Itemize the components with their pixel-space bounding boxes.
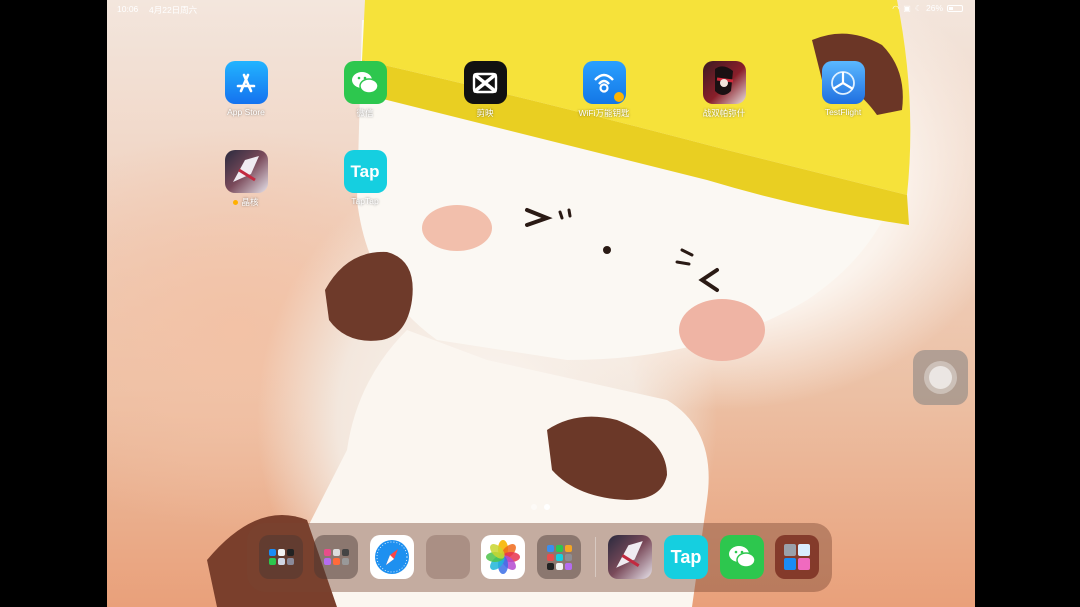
- lightning-badge-icon: [613, 92, 624, 102]
- taptap-glyph: Tap: [670, 546, 702, 567]
- orientation-lock-icon: ▣: [903, 3, 911, 13]
- moon-icon: ☾: [914, 3, 922, 13]
- folder-icon[interactable]: [537, 535, 581, 579]
- app-punishing-gray-raven[interactable]: 战双帕弥什: [684, 61, 764, 119]
- wechat-icon[interactable]: [720, 535, 764, 579]
- taptap-icon[interactable]: Tap: [664, 535, 708, 579]
- app-wifi-key[interactable]: WiFi万能钥匙: [564, 61, 644, 119]
- app-capcut[interactable]: 剪映: [445, 61, 525, 119]
- app-label: TestFlight: [824, 107, 862, 117]
- app-label-text: 晶核: [241, 197, 259, 207]
- dock-separator: [595, 537, 596, 577]
- photos-icon[interactable]: [481, 535, 525, 579]
- app-label: TapTap: [351, 196, 379, 206]
- assistive-touch-button[interactable]: [913, 350, 968, 405]
- wifi-key-icon: [582, 61, 626, 104]
- app-crystal-core[interactable]: 晶核: [206, 150, 286, 208]
- crystal-core-icon[interactable]: [608, 535, 652, 579]
- app-label: 剪映: [476, 108, 494, 118]
- new-badge-dot: [233, 200, 239, 206]
- taptap-icon: Tap: [343, 150, 387, 193]
- home-screen: 10:06 4月22日周六 ◠ ▣ ☾ 26% App Store 微信 剪映: [107, 0, 975, 607]
- status-indicators: ◠ ▣ ☾ 26%: [892, 3, 963, 13]
- app-wechat[interactable]: 微信: [325, 61, 405, 119]
- app-label: App Store: [227, 107, 265, 117]
- folder-icon[interactable]: [259, 535, 303, 579]
- status-time: 10:06: [117, 4, 139, 14]
- app-label: WiFi万能钥匙: [578, 108, 630, 118]
- app-label: 晶核: [206, 196, 286, 208]
- page-indicator[interactable]: [531, 504, 550, 510]
- safari-icon[interactable]: [370, 535, 414, 579]
- app-store-icon: [224, 61, 268, 104]
- punishing-gray-raven-icon: [702, 61, 746, 104]
- wifi-icon: ◠: [892, 3, 900, 13]
- folder-icon[interactable]: [775, 535, 819, 579]
- status-date: 4月22日周六: [149, 5, 198, 15]
- crystal-core-icon: [224, 150, 268, 193]
- app-app-store[interactable]: App Store: [206, 61, 286, 117]
- app-taptap[interactable]: Tap TapTap: [325, 150, 405, 206]
- empty-folder-icon[interactable]: [426, 535, 470, 579]
- status-bar: 10:06 4月22日周六 ◠ ▣ ☾ 26%: [107, 0, 975, 18]
- capcut-icon: [463, 61, 507, 104]
- testflight-icon: [821, 61, 865, 104]
- page-dot[interactable]: [531, 504, 537, 510]
- taptap-glyph: Tap: [350, 161, 380, 181]
- page-dot-current[interactable]: [544, 504, 550, 510]
- app-testflight[interactable]: TestFlight: [803, 61, 883, 117]
- dock: Tap: [247, 523, 832, 592]
- battery-icon: [947, 4, 963, 12]
- folder-icon[interactable]: [314, 535, 358, 579]
- battery-percentage: 26%: [925, 3, 943, 13]
- app-label: 战双帕弥什: [702, 108, 746, 118]
- app-label: 微信: [356, 108, 374, 118]
- wechat-icon: [343, 61, 387, 104]
